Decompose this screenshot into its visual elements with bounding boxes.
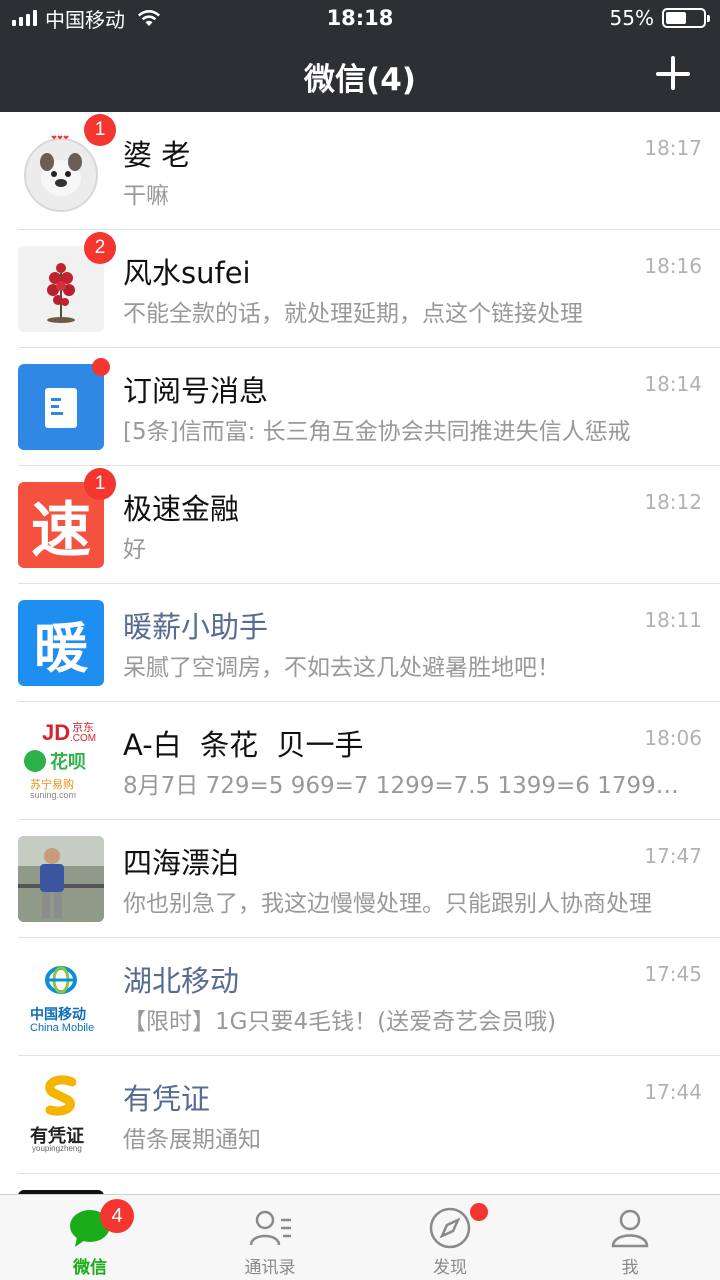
chat-time: 18:17: [644, 136, 702, 160]
chat-name: 湖北移动: [123, 964, 240, 998]
chat-time: 17:45: [644, 962, 702, 986]
huabei-icon: [24, 750, 46, 772]
battery-level: [666, 12, 686, 24]
chat-row[interactable]: 订阅号消息 [5条]信而富: 长三角互金协会共同推进失信人惩戒 18:14: [0, 348, 720, 466]
status-bar: 中国移动 18:18 55%: [0, 0, 720, 36]
tab-me[interactable]: 我: [540, 1195, 720, 1280]
unread-dot: [470, 1203, 488, 1221]
avatar: 有凭证 youpingzheng: [18, 1072, 104, 1158]
chat-time: 18:06: [644, 726, 702, 750]
chat-row[interactable]: JD 京东 .COM 花呗 苏宁易购 suning.com A-白 条花 贝一手…: [0, 702, 720, 820]
avatar: [18, 836, 104, 922]
contacts-icon: [249, 1210, 291, 1246]
chat-preview: [5条]信而富: 长三角互金协会共同推进失信人惩戒: [123, 419, 631, 445]
nuanxin-logo-text: 暖: [34, 616, 88, 680]
avatar: [18, 364, 104, 450]
chat-row[interactable]: 四海漂泊 你也别急了，我这边慢慢处理。只能跟别人协商处理 17:47: [0, 820, 720, 938]
chat-row[interactable]: 速 1 极速金融 好 18:12: [0, 466, 720, 584]
unread-dot: [92, 358, 110, 376]
chat-name: A-白 条花 贝一手: [123, 728, 364, 762]
chat-name: 风水sufei: [123, 256, 251, 290]
chat-name: 四海漂泊: [123, 846, 240, 880]
tab-discover[interactable]: 发现: [360, 1195, 540, 1280]
tab-label: 微信: [73, 1258, 107, 1278]
compass-icon: [429, 1207, 471, 1249]
chat-time: 18:14: [644, 372, 702, 396]
youpingzheng-logo-icon: [45, 1075, 77, 1116]
chat-preview: 借条展期通知: [123, 1127, 261, 1153]
tab-bar: 微信 4 通讯录 发现 我: [0, 1194, 720, 1280]
chat-time: 18:16: [644, 254, 702, 278]
document-icon: [45, 388, 77, 428]
china-mobile-cn: 中国移动: [30, 1007, 86, 1023]
huabei-logo: 花呗: [24, 748, 102, 774]
chat-time: 17:44: [644, 1080, 702, 1104]
chat-row[interactable]: 1 婆 老 干嘛 18:17: [0, 112, 720, 230]
battery-icon: [662, 8, 710, 28]
chat-preview: 好: [123, 537, 146, 563]
chat-list: 1 婆 老 干嘛 18:17 2 风水sufei 不能全款的话，就处理延期，点这…: [0, 112, 720, 1194]
battery-percent: 55%: [609, 6, 654, 30]
youpingzheng-pinyin: youpingzheng: [32, 1144, 82, 1153]
tab-label: 发现: [433, 1258, 467, 1278]
person-icon: [611, 1209, 649, 1248]
chat-row-partial[interactable]: [0, 1174, 720, 1194]
chat-time: 17:47: [644, 844, 702, 868]
chat-preview: 【限时】1G只要4毛钱！(送爱奇艺会员哦): [123, 1009, 557, 1035]
tab-label: 通讯录: [244, 1258, 296, 1278]
avatar: 暖: [18, 600, 104, 686]
chat-name: 订阅号消息: [123, 374, 269, 408]
nav-bar: 微信(4): [0, 36, 720, 112]
chat-name: 有凭证: [123, 1082, 211, 1116]
chat-preview: 你也别急了，我这边慢慢处理。只能跟别人协商处理: [123, 891, 652, 917]
chat-name: 暖薪小助手: [123, 610, 269, 644]
unread-badge: 1: [84, 114, 116, 146]
chat-name: 婆 老: [123, 138, 191, 172]
status-right: 55%: [609, 6, 710, 30]
tab-chats[interactable]: 微信 4: [0, 1195, 180, 1280]
unread-badge: 4: [100, 1199, 134, 1233]
page-title: 微信(4): [304, 62, 416, 98]
suning-logo: 苏宁易购 suning.com: [30, 778, 77, 800]
chat-row[interactable]: 暖 暖薪小助手 呆腻了空调房，不如去这几处避暑胜地吧！ 18:11: [0, 584, 720, 702]
unread-badge: 1: [84, 468, 116, 500]
add-button[interactable]: [654, 54, 694, 94]
chat-time: 18:12: [644, 490, 702, 514]
chat-preview: 干嘛: [123, 183, 169, 209]
jd-logo: JD 京东 .COM: [42, 720, 97, 745]
avatar: JD 京东 .COM 花呗 苏宁易购 suning.com: [18, 718, 104, 804]
unread-badge: 2: [84, 232, 116, 264]
chat-row[interactable]: 中国移动 China Mobile 湖北移动 【限时】1G只要4毛钱！(送爱奇艺…: [0, 938, 720, 1056]
chat-name: 极速金融: [123, 492, 240, 526]
chat-row[interactable]: 2 风水sufei 不能全款的话，就处理延期，点这个链接处理 18:16: [0, 230, 720, 348]
chat-preview: 8月7日 729=5 969=7 1299=7.5 1399=6 1799=6.…: [123, 773, 693, 799]
china-mobile-en: China Mobile: [30, 1022, 95, 1034]
china-mobile-logo-icon: [45, 966, 77, 994]
chat-preview: 呆腻了空调房，不如去这几处避暑胜地吧！: [123, 655, 560, 681]
person-photo-icon: [18, 836, 104, 922]
chat-preview: 不能全款的话，就处理延期，点这个链接处理: [123, 301, 583, 327]
chat-time: 18:11: [644, 608, 702, 632]
tab-contacts[interactable]: 通讯录: [180, 1195, 360, 1280]
tab-label: 我: [621, 1258, 639, 1278]
avatar: 中国移动 China Mobile: [18, 954, 104, 1040]
speed-logo-text: 速: [31, 495, 91, 566]
chat-row[interactable]: 有凭证 youpingzheng 有凭证 借条展期通知 17:44: [0, 1056, 720, 1174]
